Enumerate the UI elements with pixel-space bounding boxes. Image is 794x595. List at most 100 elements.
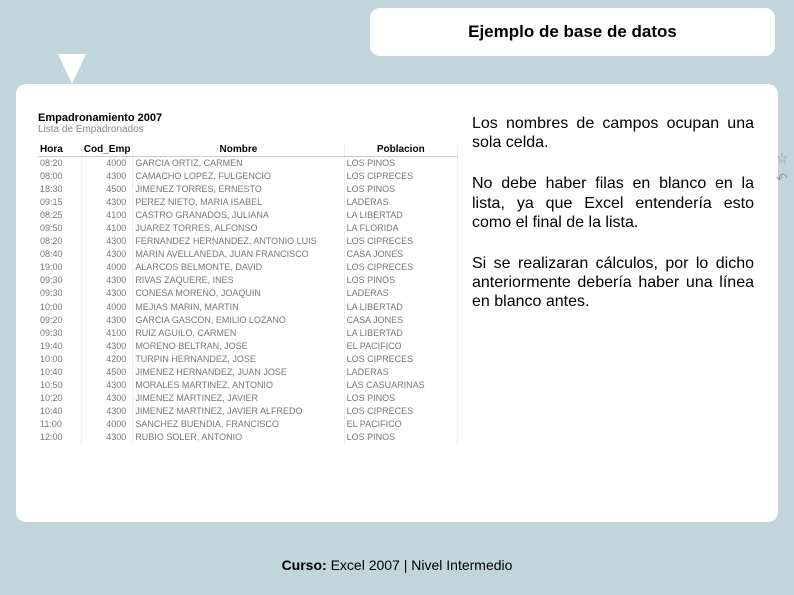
table-row: 18:304500JIMENEZ TORRES, ERNESTOLOS PINO… bbox=[38, 183, 458, 196]
table-cell: LOS CIPRECES bbox=[344, 261, 457, 274]
table-row: 09:204300GARCIA GASCON, EMILIO LOZANOCAS… bbox=[38, 314, 458, 327]
table-cell: 19:00 bbox=[38, 261, 81, 274]
table-cell: RIVAS ZAQUERE, INES bbox=[133, 274, 344, 287]
undo-icon[interactable]: ↶ bbox=[774, 170, 790, 186]
table-cell: 4000 bbox=[81, 261, 133, 274]
table-cell: LA LIBERTAD bbox=[344, 327, 457, 340]
table-cell: 4100 bbox=[81, 327, 133, 340]
table-cell: RUBIO SOLER, ANTONIO bbox=[133, 431, 344, 444]
explain-p2: No debe haber filas en blanco en la list… bbox=[472, 174, 754, 232]
explain-p3: Si se realizaran cálculos, por lo dicho … bbox=[472, 254, 754, 312]
table-row: 08:404300MARIN AVELLANEDA, JUAN FRANCISC… bbox=[38, 248, 458, 261]
column-header: Cod_Emp bbox=[81, 143, 133, 157]
table-cell: LA FLORIDA bbox=[344, 222, 457, 235]
spreadsheet-sample: Empadronamiento 2007 Lista de Empadronad… bbox=[38, 112, 458, 502]
callout-triangle bbox=[58, 54, 86, 84]
table-row: 09:304100RUIZ AGUILO, CARMENLA LIBERTAD bbox=[38, 327, 458, 340]
table-cell: 08:00 bbox=[38, 170, 81, 183]
table-cell: CAMACHO LOPEZ, FULGENCIO bbox=[133, 170, 344, 183]
table-row: 10:504300MORALES MARTINEZ, ANTONIOLAS CA… bbox=[38, 379, 458, 392]
table-cell: ALARCOS BELMONTE, DAVID bbox=[133, 261, 344, 274]
table-cell: 10:50 bbox=[38, 379, 81, 392]
table-cell: LOS PINOS bbox=[344, 431, 457, 444]
slide-title: Ejemplo de base de datos bbox=[468, 22, 677, 42]
star-icon[interactable]: ☆ bbox=[774, 150, 790, 166]
table-cell: 09:30 bbox=[38, 287, 81, 300]
table-cell: CASA JONES bbox=[344, 314, 457, 327]
table-cell: 4100 bbox=[81, 209, 133, 222]
table-cell: 08:40 bbox=[38, 248, 81, 261]
table-cell: JIMENEZ HERNANDEZ, JUAN JOSE bbox=[133, 366, 344, 379]
table-cell: CASTRO GRANADOS, JULIANA bbox=[133, 209, 344, 222]
table-cell: 19:40 bbox=[38, 340, 81, 353]
table-cell: LA LIBERTAD bbox=[344, 301, 457, 314]
table-cell: LOS PINOS bbox=[344, 183, 457, 196]
table-cell: 12:00 bbox=[38, 431, 81, 444]
table-cell: JUAREZ TORRES, ALFONSO bbox=[133, 222, 344, 235]
footer-label: Curso: bbox=[282, 557, 327, 573]
table-cell: 4300 bbox=[81, 314, 133, 327]
table-cell: 4500 bbox=[81, 183, 133, 196]
side-toolbar: ☆ ↶ bbox=[774, 150, 792, 190]
table-cell: 10:40 bbox=[38, 366, 81, 379]
table-cell: LADERAS bbox=[344, 196, 457, 209]
table-row: 10:004200TURPIN HERNANDEZ, JOSELOS CIPRE… bbox=[38, 353, 458, 366]
table-row: 09:304300CONESA MORENO, JOAQUINLADERAS bbox=[38, 287, 458, 300]
table-cell: 4300 bbox=[81, 392, 133, 405]
table-cell: 10:00 bbox=[38, 301, 81, 314]
table-cell: MORALES MARTINEZ, ANTONIO bbox=[133, 379, 344, 392]
table-cell: 4000 bbox=[81, 418, 133, 431]
column-header: Poblacion bbox=[344, 143, 457, 157]
table-cell: 4300 bbox=[81, 379, 133, 392]
table-cell: SANCHEZ BUENDIA, FRANCISCO bbox=[133, 418, 344, 431]
table-cell: 09:50 bbox=[38, 222, 81, 235]
table-cell: LAS CASUARINAS bbox=[344, 379, 457, 392]
explain-p1: Los nombres de campos ocupan una sola ce… bbox=[472, 114, 754, 152]
table-cell: LOS PINOS bbox=[344, 274, 457, 287]
table-cell: 4500 bbox=[81, 366, 133, 379]
table-cell: LOS PINOS bbox=[344, 392, 457, 405]
table-cell: 4300 bbox=[81, 235, 133, 248]
table-cell: JIMENEZ MARTINEZ, JAVIER bbox=[133, 392, 344, 405]
table-cell: EL PACIFICO bbox=[344, 418, 457, 431]
table-cell: 4300 bbox=[81, 340, 133, 353]
table-row: 08:004300CAMACHO LOPEZ, FULGENCIOLOS CIP… bbox=[38, 170, 458, 183]
explanation-column: Los nombres de campos ocupan una sola ce… bbox=[472, 112, 756, 502]
table-row: 10:004000MEJIAS MARIN, MARTINLA LIBERTAD bbox=[38, 301, 458, 314]
table-cell: 4300 bbox=[81, 170, 133, 183]
table-cell: 4000 bbox=[81, 301, 133, 314]
table-cell: MEJIAS MARIN, MARTIN bbox=[133, 301, 344, 314]
slide-title-box: Ejemplo de base de datos bbox=[370, 8, 775, 56]
table-cell: 18:30 bbox=[38, 183, 81, 196]
table-cell: 08:20 bbox=[38, 157, 81, 171]
table-cell: 08:25 bbox=[38, 209, 81, 222]
column-header: Nombre bbox=[133, 143, 344, 157]
table-cell: LOS CIPRECES bbox=[344, 353, 457, 366]
table-cell: 09:30 bbox=[38, 327, 81, 340]
table-row: 12:004300RUBIO SOLER, ANTONIOLOS PINOS bbox=[38, 431, 458, 444]
table-cell: RUIZ AGUILO, CARMEN bbox=[133, 327, 344, 340]
table-cell: 09:30 bbox=[38, 274, 81, 287]
table-cell: 4100 bbox=[81, 222, 133, 235]
table-cell: CASA JONES bbox=[344, 248, 457, 261]
table-row: 10:204300JIMENEZ MARTINEZ, JAVIERLOS PIN… bbox=[38, 392, 458, 405]
table-cell: GARCIA ORTIZ, CARMEN bbox=[133, 157, 344, 171]
table-cell: LOS CIPRECES bbox=[344, 235, 457, 248]
table-cell: JIMENEZ TORRES, ERNESTO bbox=[133, 183, 344, 196]
table-cell: TURPIN HERNANDEZ, JOSE bbox=[133, 353, 344, 366]
footer-text: Excel 2007 | Nivel Intermedio bbox=[327, 557, 513, 573]
table-cell: 09:15 bbox=[38, 196, 81, 209]
table-cell: 10:20 bbox=[38, 392, 81, 405]
table-cell: 4000 bbox=[81, 157, 133, 171]
sheet-title: Empadronamiento 2007 bbox=[38, 112, 458, 124]
table-row: 09:304300RIVAS ZAQUERE, INESLOS PINOS bbox=[38, 274, 458, 287]
table-cell: PEREZ NIETO, MARIA ISABEL bbox=[133, 196, 344, 209]
table-cell: 4300 bbox=[81, 274, 133, 287]
table-cell: 11:00 bbox=[38, 418, 81, 431]
table-row: 08:204300FERNANDEZ HERNANDEZ, ANTONIO LU… bbox=[38, 235, 458, 248]
table-cell: FERNANDEZ HERNANDEZ, ANTONIO LUIS bbox=[133, 235, 344, 248]
table-cell: 4300 bbox=[81, 196, 133, 209]
table-cell: 4300 bbox=[81, 248, 133, 261]
table-row: 09:154300PEREZ NIETO, MARIA ISABELLADERA… bbox=[38, 196, 458, 209]
table-cell: 4200 bbox=[81, 353, 133, 366]
